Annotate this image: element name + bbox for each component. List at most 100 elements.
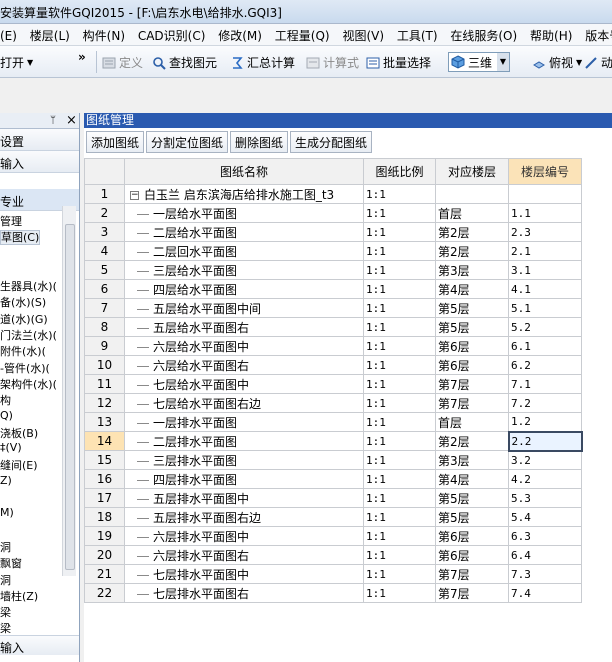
row-number[interactable]: 5 — [84, 260, 125, 280]
floor-number-cell[interactable]: 5.4 — [508, 507, 582, 527]
table-row[interactable]: 9 六层给水平面图中 1:1 第6层 6.1 — [84, 336, 582, 356]
floor-cell[interactable] — [435, 184, 509, 204]
floor-cell[interactable]: 第6层 — [435, 336, 509, 356]
floor-cell[interactable]: 第7层 — [435, 393, 509, 413]
open-button[interactable]: 打开 ▼ — [0, 54, 33, 71]
drawing-name-cell[interactable]: 一层给水平面图 — [124, 203, 364, 223]
drawing-scale-cell[interactable]: 1:1 — [363, 260, 436, 280]
floor-number-cell[interactable]: 5.2 — [508, 317, 582, 337]
floor-cell[interactable]: 第6层 — [435, 355, 509, 375]
drawing-scale-cell[interactable]: 1:1 — [363, 431, 436, 451]
floor-cell[interactable]: 第5层 — [435, 488, 509, 508]
floor-cell[interactable]: 第2层 — [435, 222, 509, 242]
floor-cell[interactable]: 第3层 — [435, 260, 509, 280]
table-row[interactable]: 6 四层给水平面图 1:1 第4层 4.1 — [84, 279, 582, 299]
menu-floor[interactable]: 楼层(L) — [30, 29, 70, 43]
delete-drawing-button[interactable]: 删除图纸 — [230, 131, 289, 153]
floor-cell[interactable]: 第7层 — [435, 564, 509, 584]
generate-assign-drawing-button[interactable]: 生成分配图纸 — [290, 131, 373, 153]
menu-tools[interactable]: 工具(T) — [397, 29, 438, 43]
floor-number-cell[interactable]: 6.2 — [508, 355, 582, 375]
menu-help[interactable]: 帮助(H) — [530, 29, 572, 43]
floor-cell[interactable]: 第7层 — [435, 374, 509, 394]
collapse-icon[interactable]: − — [130, 190, 139, 200]
drawing-name-cell[interactable]: 六层给水平面图中 — [124, 336, 364, 356]
floor-number-cell[interactable]: 7.1 — [508, 374, 582, 394]
floor-cell[interactable]: 首层 — [435, 203, 509, 223]
floor-number-cell[interactable]: 6.4 — [508, 545, 582, 565]
left-panel-settings[interactable]: 设置 — [0, 129, 79, 151]
drawing-scale-cell[interactable]: 1:1 — [363, 336, 436, 356]
drawing-name-cell[interactable]: 七层排水平面图中 — [124, 564, 364, 584]
menu-edit[interactable]: (E) — [0, 29, 17, 43]
drawing-scale-cell[interactable]: 1:1 — [363, 279, 436, 299]
menu-version[interactable]: 版本号(B) — [585, 29, 612, 43]
floor-number-cell[interactable]: 6.1 — [508, 336, 582, 356]
drawing-name-cell[interactable]: 二层回水平面图 — [124, 241, 364, 261]
table-row[interactable]: 14 二层排水平面图 1:1 第2层 2.2 — [84, 430, 583, 452]
row-number[interactable]: 15 — [84, 450, 125, 470]
column-header-drawing-name[interactable]: 图纸名称 — [124, 158, 364, 185]
drawing-scale-cell[interactable]: 1:1 — [363, 298, 436, 318]
floor-cell[interactable]: 第5层 — [435, 317, 509, 337]
drawing-scale-cell[interactable]: 1:1 — [363, 488, 436, 508]
find-element-button[interactable]: 查找图元 — [152, 54, 217, 71]
menu-online-service[interactable]: 在线服务(O) — [450, 29, 517, 43]
drawing-name-cell[interactable]: 二层排水平面图 — [124, 431, 364, 451]
floor-number-cell[interactable]: 2.3 — [508, 222, 582, 242]
floor-number-cell[interactable]: 2.2 — [507, 430, 583, 452]
left-panel-scrollbar[interactable] — [62, 206, 76, 576]
tree-item[interactable]: 梁 — [0, 604, 79, 620]
drawing-scale-cell[interactable]: 1:1 — [363, 241, 436, 261]
row-number[interactable]: 21 — [84, 564, 125, 584]
table-row[interactable]: 7 五层给水平面图中间 1:1 第5层 5.1 — [84, 298, 582, 318]
add-drawing-button[interactable]: 添加图纸 — [86, 131, 145, 153]
drawing-scale-cell[interactable]: 1:1 — [363, 222, 436, 242]
floor-number-cell[interactable] — [508, 184, 582, 204]
drawing-scale-cell[interactable]: 1:1 — [363, 374, 436, 394]
floor-number-cell[interactable]: 3.2 — [508, 450, 582, 470]
column-header-floor-number[interactable]: 楼层编号 — [508, 158, 582, 185]
drawing-name-cell[interactable]: 三层给水平面图 — [124, 260, 364, 280]
drawing-scale-cell[interactable]: 1:1 — [363, 203, 436, 223]
floor-cell[interactable]: 第2层 — [435, 431, 509, 451]
drawing-name-cell[interactable]: 七层排水平面图右 — [124, 583, 364, 603]
menu-component[interactable]: 构件(N) — [83, 29, 125, 43]
define-button[interactable]: 定义 — [102, 54, 143, 71]
floor-cell[interactable]: 第7层 — [435, 583, 509, 603]
row-number[interactable]: 2 — [84, 203, 125, 223]
floor-cell[interactable]: 第5层 — [435, 298, 509, 318]
drawing-scale-cell[interactable]: 1:1 — [363, 450, 436, 470]
floor-number-cell[interactable]: 5.1 — [508, 298, 582, 318]
row-number[interactable]: 20 — [84, 545, 125, 565]
row-number[interactable]: 9 — [84, 336, 125, 356]
floor-number-cell[interactable]: 5.3 — [508, 488, 582, 508]
drawing-scale-cell[interactable]: 1:1 — [363, 355, 436, 375]
row-number[interactable]: 7 — [84, 298, 125, 318]
row-number[interactable]: 8 — [84, 317, 125, 337]
row-number[interactable]: 17 — [84, 488, 125, 508]
row-number[interactable]: 18 — [84, 507, 125, 527]
row-number[interactable]: 10 — [84, 355, 125, 375]
table-row[interactable]: 2 一层给水平面图 1:1 首层 1.1 — [84, 203, 582, 223]
row-number[interactable]: 16 — [84, 469, 125, 489]
drawing-name-cell[interactable]: 五层给水平面图中间 — [124, 298, 364, 318]
toolbar-overflow-button[interactable]: » — [78, 50, 86, 64]
table-row[interactable]: 17 五层排水平面图中 1:1 第5层 5.3 — [84, 488, 582, 508]
table-row[interactable]: 20 六层排水平面图右 1:1 第6层 6.4 — [84, 545, 582, 565]
floor-number-cell[interactable]: 4.1 — [508, 279, 582, 299]
drawing-scale-cell[interactable]: 1:1 — [363, 412, 436, 432]
pin-icon[interactable]: ᛘ — [50, 115, 56, 126]
floor-number-cell[interactable]: 1.1 — [508, 203, 582, 223]
drawing-scale-cell[interactable]: 1:1 — [363, 393, 436, 413]
drawing-name-cell[interactable]: 五层排水平面图右边 — [124, 507, 364, 527]
floor-cell[interactable]: 第5层 — [435, 507, 509, 527]
menu-quantity[interactable]: 工程量(Q) — [275, 29, 330, 43]
drawing-name-cell[interactable]: 一层排水平面图 — [124, 412, 364, 432]
scrollbar-thumb[interactable] — [65, 224, 75, 570]
floor-cell[interactable]: 首层 — [435, 412, 509, 432]
dynamic-view-button[interactable]: 动态 — [584, 54, 612, 71]
summary-calc-button[interactable]: 汇总计算 — [230, 54, 295, 71]
drawing-name-cell[interactable]: 五层排水平面图中 — [124, 488, 364, 508]
column-header-floor[interactable]: 对应楼层 — [435, 158, 509, 185]
